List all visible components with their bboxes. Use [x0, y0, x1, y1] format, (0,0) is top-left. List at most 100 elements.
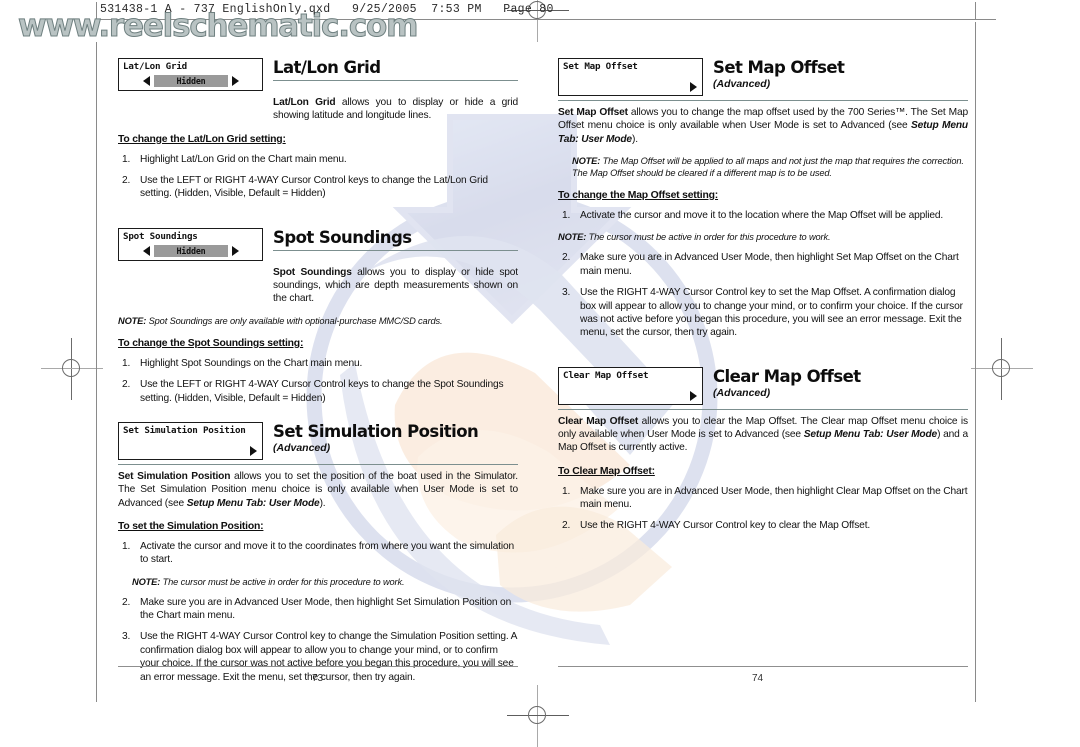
section-title: Set Map Offset [713, 58, 845, 77]
intro-tail: ). [319, 497, 326, 509]
note-label: NOTE: [558, 232, 587, 243]
list-item: 1. Make sure you are in Advanced User Mod… [558, 485, 968, 512]
right-arrow-icon[interactable] [250, 445, 257, 456]
menu-widget-value: Hidden [154, 244, 228, 257]
note-map-offset-applies-all: NOTE: The Map Offset will be applied to … [572, 155, 968, 179]
note-spot-soundings: NOTE: Spot Soundings are only available … [118, 315, 518, 327]
section-intro-paragraph: Clear Map Offset allows you to clear the… [558, 415, 968, 455]
section-set-map-offset: Set Map Offset Set Map Offset (Advanced)… [558, 58, 968, 340]
step-number: 2. [122, 596, 131, 608]
list-item: 1. Highlight Lat/Lon Grid on the Chart ma… [118, 153, 518, 166]
section-clear-map-offset: Clear Map Offset Clear Map Offset (Advan… [558, 366, 968, 533]
crop-line-left [96, 42, 97, 702]
section-title: Set Simulation Position [273, 421, 479, 441]
note-label: NOTE: [118, 315, 147, 326]
section-rule [118, 463, 518, 465]
procedure-heading: To change the Spot Soundings setting: [118, 337, 304, 349]
list-item: 1. Activate the cursor and move it to the… [558, 209, 968, 222]
note-text: The cursor must be active in order for t… [160, 576, 405, 587]
menu-widget-set-simulation-position[interactable]: Set Simulation Position [118, 421, 263, 460]
list-item: 1. Highlight Spot Soundings on the Chart … [118, 357, 518, 370]
procedure-steps: 1. Make sure you are in Advanced User Mod… [558, 485, 968, 533]
crop-line-right [975, 22, 976, 702]
note-text: The cursor must be active in order for t… [586, 232, 831, 243]
step-text: Use the RIGHT 4-WAY Cursor Control key t… [580, 520, 871, 532]
intro-reference: Setup Menu Tab: User Mode [186, 497, 320, 509]
menu-widget-label: Set Map Offset [563, 61, 638, 72]
list-item: 2. Use the RIGHT 4-WAY Cursor Control key… [558, 519, 968, 532]
right-arrow-icon[interactable] [231, 76, 239, 86]
step-text: Activate the cursor and move it to the l… [580, 209, 944, 221]
step-text: Make sure you are in Advanced User Mode,… [580, 252, 959, 277]
left-arrow-icon[interactable] [143, 245, 151, 256]
section-rule [273, 249, 518, 251]
menu-widget-set-map-offset[interactable]: Set Map Offset [558, 58, 703, 96]
procedure-heading: To change the Map Offset setting: [558, 189, 719, 201]
menu-widget-spot-soundings[interactable]: Spot Soundings Hidden [118, 227, 263, 261]
section-subtitle: (Advanced) [273, 441, 331, 454]
intro-lead: Clear Map Offset [558, 415, 639, 427]
step-text: Use the RIGHT 4-WAY Cursor Control key t… [580, 287, 963, 339]
step-number: 1. [122, 540, 131, 552]
list-item: 3. Use the RIGHT 4-WAY Cursor Control key… [558, 286, 968, 340]
procedure-heading: To change the Lat/Lon Grid setting: [118, 133, 286, 145]
right-arrow-icon[interactable] [690, 390, 697, 401]
step-text: Activate the cursor and move it to the c… [140, 540, 515, 566]
section-lat-lon-grid: Lat/Lon Grid Hidden Lat/Lon Grid Lat/Lon… [118, 58, 518, 201]
footer-rule-left [118, 666, 518, 667]
procedure-steps: 1. Activate the cursor and move it to the… [558, 209, 968, 222]
step-text: Highlight Lat/Lon Grid on the Chart main… [140, 153, 347, 165]
intro-reference: Setup Menu Tab: User Mode [803, 429, 938, 441]
file-header-text: 531438-1 A - 737 EnglishOnly.qxd 9/25/20… [100, 3, 554, 16]
procedure-steps: 1. Activate the cursor and move it to the… [118, 540, 518, 567]
section-title: Spot Soundings [273, 227, 412, 247]
menu-widget-label: Set Simulation Position [123, 424, 246, 436]
step-number: 1. [562, 209, 571, 221]
list-item: 2. Use the LEFT or RIGHT 4-WAY Cursor Con… [118, 378, 518, 405]
step-number: 1. [122, 357, 131, 369]
section-spot-soundings: Spot Soundings Hidden Spot Soundings Spo… [118, 227, 518, 405]
menu-widget-label: Clear Map Offset [563, 369, 649, 381]
section-subtitle: (Advanced) [713, 78, 771, 90]
step-text: Make sure you are in Advanced User Mode,… [140, 596, 512, 622]
procedure-heading: To Clear Map Offset: [558, 465, 655, 477]
registration-mark-right [971, 338, 1033, 400]
step-number: 3. [122, 631, 131, 643]
step-text: Use the LEFT or RIGHT 4-WAY Cursor Contr… [140, 379, 504, 404]
procedure-steps: 1. Highlight Lat/Lon Grid on the Chart ma… [118, 153, 518, 201]
section-intro-paragraph: Set Map Offset allows you to change the … [558, 106, 968, 146]
section-intro-paragraph: Set Simulation Position allows you to se… [118, 470, 518, 510]
menu-widget-lat-lon-grid[interactable]: Lat/Lon Grid Hidden [118, 58, 263, 91]
header-tick-right [975, 2, 976, 19]
page-number-right: 74 [752, 673, 764, 684]
section-rule [273, 80, 518, 81]
page-right: Set Map Offset Set Map Offset (Advanced)… [558, 58, 968, 533]
left-arrow-icon[interactable] [143, 76, 151, 86]
note-simulation-cursor: NOTE: The cursor must be active in order… [132, 576, 518, 588]
intro-tail: ). [631, 133, 638, 145]
step-number: 1. [562, 485, 571, 497]
registration-mark-bottom [507, 685, 569, 747]
note-label: NOTE: [572, 155, 601, 166]
step-number: 3. [562, 287, 571, 299]
right-arrow-icon[interactable] [231, 245, 239, 256]
note-text: Spot Soundings are only available with o… [146, 315, 443, 326]
intro-lead: Set Simulation Position [118, 470, 231, 482]
menu-widget-clear-map-offset[interactable]: Clear Map Offset [558, 366, 703, 405]
list-item: 1. Activate the cursor and move it to the… [118, 540, 518, 567]
section-intro-paragraph: Spot Soundings allows you to display or … [273, 266, 518, 306]
page-left: Lat/Lon Grid Hidden Lat/Lon Grid Lat/Lon… [118, 58, 518, 684]
footer-rule-right [558, 666, 968, 667]
section-rule [558, 100, 968, 101]
note-label: NOTE: [132, 576, 161, 587]
step-number: 2. [122, 175, 131, 186]
step-number: 1. [122, 153, 131, 165]
note-text: The Map Offset will be applied to all ma… [572, 155, 964, 178]
procedure-heading: To set the Simulation Position: [118, 520, 264, 532]
registration-mark-left [41, 338, 103, 400]
right-arrow-icon[interactable] [690, 82, 697, 92]
menu-widget-value: Hidden [154, 75, 228, 87]
list-item: 2. Use the LEFT or RIGHT 4-WAY Cursor Con… [118, 174, 518, 201]
menu-widget-label: Lat/Lon Grid [123, 61, 187, 72]
page-number-left: 73 [312, 673, 324, 684]
